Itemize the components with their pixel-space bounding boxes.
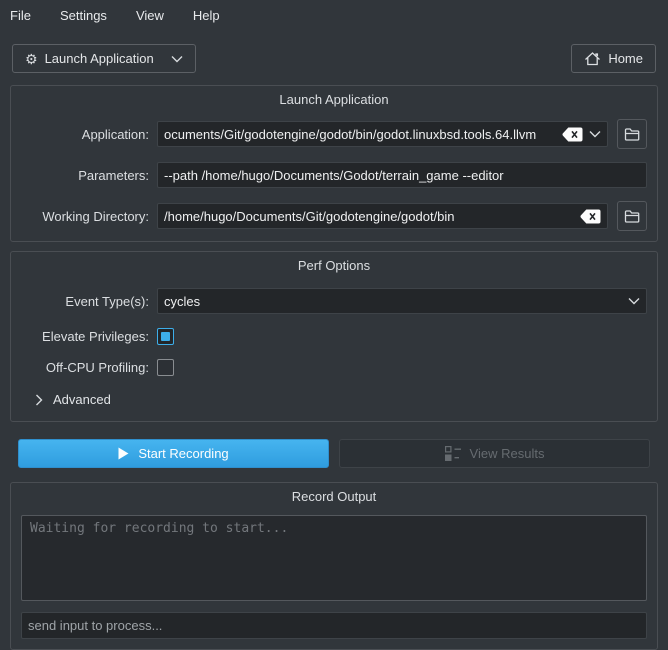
profile-selector-label: Launch Application xyxy=(45,51,154,66)
event-type-value: cycles xyxy=(164,294,622,309)
menu-help[interactable]: Help xyxy=(183,4,230,27)
clear-text-icon[interactable] xyxy=(562,127,583,142)
chevron-down-icon[interactable] xyxy=(589,130,601,138)
working-directory-label: Working Directory: xyxy=(21,209,149,224)
application-browse-button[interactable] xyxy=(617,119,647,149)
working-directory-value: /home/hugo/Documents/Git/godotengine/god… xyxy=(164,209,574,224)
clear-text-icon[interactable] xyxy=(580,209,601,224)
parameters-input[interactable] xyxy=(157,162,647,188)
view-results-label: View Results xyxy=(470,446,545,461)
record-output-text: Waiting for recording to start... xyxy=(30,521,288,536)
record-group-title: Record Output xyxy=(21,483,647,504)
gear-icon: ⚙ xyxy=(25,52,38,66)
perf-options-group: Perf Options Event Type(s): cycles Eleva… xyxy=(10,251,658,422)
chevron-down-icon xyxy=(171,55,183,63)
home-button[interactable]: Home xyxy=(571,44,656,73)
menu-view[interactable]: View xyxy=(126,4,174,27)
profile-selector-dropdown[interactable]: ⚙ Launch Application xyxy=(12,44,196,73)
launch-group-title: Launch Application xyxy=(21,86,647,107)
start-recording-button[interactable]: Start Recording xyxy=(18,439,329,468)
elevate-privileges-label: Elevate Privileges: xyxy=(21,329,149,344)
offcpu-profiling-checkbox[interactable] xyxy=(157,359,174,376)
play-icon xyxy=(118,447,129,460)
actions-row: Start Recording View Results xyxy=(18,439,650,468)
advanced-expander[interactable]: Advanced xyxy=(35,392,647,407)
working-directory-browse-button[interactable] xyxy=(617,201,647,231)
offcpu-profiling-label: Off-CPU Profiling: xyxy=(21,360,149,375)
event-type-combobox[interactable]: cycles xyxy=(157,288,647,314)
application-label: Application: xyxy=(21,127,149,142)
chevron-right-icon xyxy=(35,394,43,406)
application-combobox[interactable]: ocuments/Git/godotengine/godot/bin/godot… xyxy=(157,121,608,147)
view-results-icon xyxy=(445,446,461,461)
folder-icon xyxy=(624,209,640,223)
perf-group-title: Perf Options xyxy=(21,252,647,273)
event-type-label: Event Type(s): xyxy=(21,294,149,309)
parameters-label: Parameters: xyxy=(21,168,149,183)
application-value: ocuments/Git/godotengine/godot/bin/godot… xyxy=(164,127,556,142)
menubar: File Settings View Help xyxy=(0,0,668,30)
menu-file[interactable]: File xyxy=(10,4,41,27)
working-directory-input[interactable]: /home/hugo/Documents/Git/godotengine/god… xyxy=(157,203,608,229)
start-recording-label: Start Recording xyxy=(138,446,228,461)
record-output-textarea[interactable]: Waiting for recording to start... xyxy=(21,515,647,601)
view-results-button[interactable]: View Results xyxy=(339,439,650,468)
home-button-label: Home xyxy=(608,51,643,66)
menu-settings[interactable]: Settings xyxy=(50,4,117,27)
record-output-group: Record Output Waiting for recording to s… xyxy=(10,482,658,650)
advanced-label: Advanced xyxy=(53,392,111,407)
chevron-down-icon[interactable] xyxy=(628,297,640,305)
home-icon xyxy=(584,51,601,67)
launch-application-group: Launch Application Application: ocuments… xyxy=(10,85,658,242)
send-input-field[interactable] xyxy=(21,612,647,639)
toolbar: ⚙ Launch Application Home xyxy=(12,44,656,73)
elevate-privileges-checkbox[interactable] xyxy=(157,328,174,345)
folder-icon xyxy=(624,127,640,141)
